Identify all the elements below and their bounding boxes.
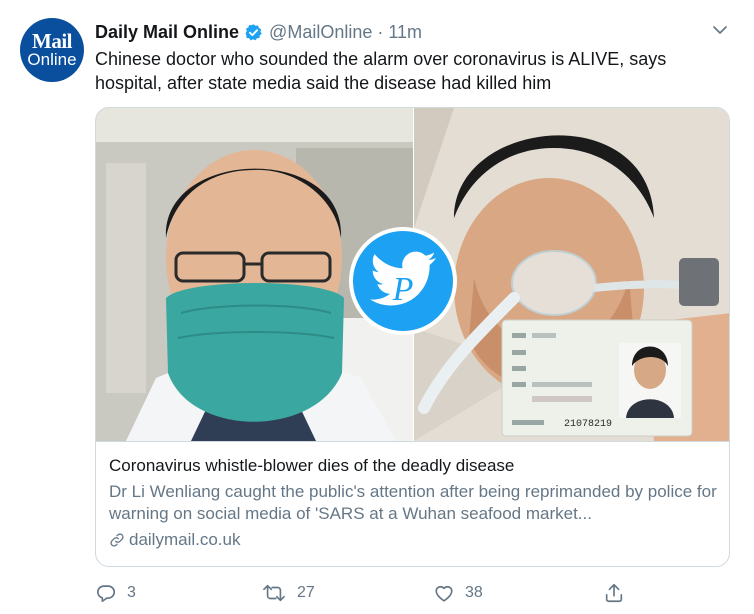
reply-button[interactable]: 3 xyxy=(95,580,136,606)
retweet-button[interactable]: 27 xyxy=(261,580,315,606)
card-image[interactable]: 21078219 P xyxy=(96,108,729,441)
reply-icon xyxy=(97,585,116,603)
id-card-number: 21078219 xyxy=(564,419,612,430)
chevron-down-icon[interactable] xyxy=(708,18,732,42)
avatar-logo-line2: Online xyxy=(27,49,77,69)
bird-watermark-icon: P xyxy=(349,227,457,335)
link-icon xyxy=(110,533,124,547)
like-count: 38 xyxy=(465,584,483,601)
tweet-text: Chinese doctor who sounded the alarm ove… xyxy=(95,49,667,93)
tweet-header: Daily Mail Online @MailOnline · 11m xyxy=(95,20,422,44)
account-name[interactable]: Daily Mail Online xyxy=(95,22,239,43)
tweet-timestamp[interactable]: 11m xyxy=(388,22,422,43)
avatar-logo-line1: Mail xyxy=(32,28,73,53)
like-button[interactable]: 38 xyxy=(433,580,483,606)
card-description: Dr Li Wenliang caught the public's atten… xyxy=(109,482,717,523)
tweet[interactable]: Mail Online Daily Mail Online @MailOnlin… xyxy=(0,0,754,614)
avatar[interactable]: Mail Online xyxy=(20,18,84,82)
heart-icon xyxy=(435,585,453,602)
account-handle[interactable]: @MailOnline xyxy=(269,22,372,43)
link-card[interactable]: 21078219 P Coronavirus whistle-blower di… xyxy=(95,107,730,567)
svg-text:P: P xyxy=(392,271,414,308)
card-title[interactable]: Coronavirus whistle-blower dies of the d… xyxy=(109,455,718,477)
retweet-count: 27 xyxy=(297,584,315,601)
share-button[interactable] xyxy=(603,580,625,606)
card-photo-right: 21078219 xyxy=(414,108,729,441)
verified-badge-icon xyxy=(244,23,263,42)
separator-dot: · xyxy=(377,21,384,42)
retweet-icon xyxy=(263,584,285,602)
share-icon xyxy=(605,583,623,603)
reply-count: 3 xyxy=(127,584,136,601)
card-body[interactable]: Coronavirus whistle-blower dies of the d… xyxy=(96,441,729,566)
tweet-actions: 3 27 38 xyxy=(95,580,735,606)
card-domain[interactable]: dailymail.co.uk xyxy=(109,529,718,551)
card-domain-text: dailymail.co.uk xyxy=(129,530,241,549)
